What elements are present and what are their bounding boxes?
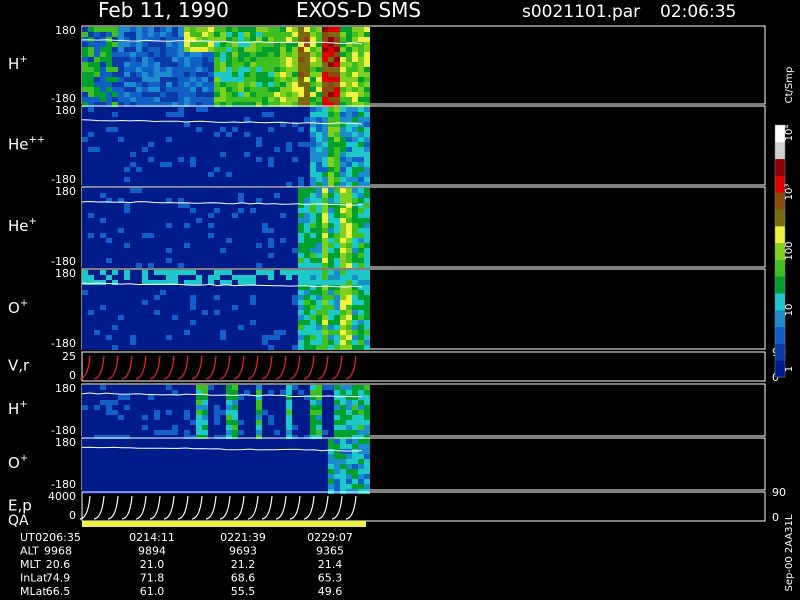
heatmap-panel-4	[82, 270, 370, 350]
panel-label-6: H+	[8, 399, 28, 418]
panel-label-8: E,p	[8, 497, 32, 515]
y-max-2: 180	[55, 104, 76, 117]
orbit-row-name-ut: UT	[20, 531, 35, 544]
orbit-value: 74.9	[46, 572, 71, 585]
panel-label-sup-4: +	[20, 298, 28, 309]
colorbar-swatch	[775, 276, 785, 294]
panel-frame-5	[81, 351, 766, 382]
panel-8	[81, 491, 766, 522]
panel-label-sup-3: +	[29, 216, 37, 227]
y-min-4: -180	[51, 337, 76, 350]
panel-label-5: V,r	[8, 357, 30, 375]
orbit-value: 9693	[229, 545, 257, 558]
header-time: 02:06:35	[660, 2, 736, 22]
orbit-value: 21.2	[231, 558, 256, 571]
colorbar-tick-0: 1	[784, 366, 795, 372]
panel-5	[81, 351, 766, 382]
orbit-value: 0221:39	[220, 531, 266, 544]
orbit-value: 20.6	[46, 558, 71, 571]
orbit-value: 55.5	[231, 585, 256, 598]
orbit-value: 49.6	[318, 585, 343, 598]
colorbar-swatch	[775, 141, 785, 160]
y-max-1: 180	[55, 24, 76, 37]
panel-label-7: O+	[8, 453, 28, 472]
orbit-value: 71.8	[140, 572, 165, 585]
colorbar-swatch	[775, 209, 785, 227]
y-max-5: 25	[62, 350, 76, 363]
qa-bar	[82, 521, 366, 527]
orbit-value: 65.3	[318, 572, 343, 585]
y-max-4: 180	[55, 267, 76, 280]
colorbar-swatch	[775, 259, 785, 277]
colorbar-swatch	[775, 326, 785, 344]
heatmap-panel-2	[82, 107, 370, 187]
orbit-value: 61.0	[140, 585, 165, 598]
velocity-sweep-5	[79, 355, 357, 380]
qa-label: QA	[8, 513, 29, 529]
orbit-value: 0206:35	[35, 531, 81, 544]
y-min-5: 0	[69, 369, 76, 382]
heatmap-panel-3	[82, 188, 370, 268]
colorbar-swatch	[775, 158, 785, 176]
header-date: Feb 11, 1990	[98, 0, 229, 22]
orbit-row-name-mlt: MLT	[20, 558, 41, 571]
heatmap-panel-1	[82, 27, 370, 107]
heatmap-panel-6	[82, 385, 370, 440]
header-file: s0021101.par	[522, 2, 640, 22]
panel-label-4: O+	[8, 298, 28, 317]
orbit-row-name-inlat: InLat	[20, 572, 48, 585]
panel-label-1: H+	[8, 54, 28, 73]
colorbar-swatch	[775, 225, 785, 244]
orbit-row-name-alt: ALT	[20, 545, 39, 558]
orbit-row-name-mlat: MLat	[20, 585, 47, 598]
y-min-8: 0	[69, 509, 76, 522]
right-top-8: 90	[772, 486, 786, 499]
colorbar-tick-3: 10³	[784, 184, 795, 201]
footer-code: Sep-00 2AA31L	[784, 514, 795, 591]
panel-label-sup-6: +	[19, 399, 27, 410]
panel-label-sup-2: ++	[29, 135, 46, 146]
orbit-value: 9968	[44, 545, 72, 558]
orbit-value: 9894	[138, 545, 166, 558]
y-max-3: 180	[55, 185, 76, 198]
orbit-value: 0214:11	[129, 531, 175, 544]
y-max-8: 4000	[48, 490, 76, 503]
orbit-value: 68.6	[231, 572, 256, 585]
panel-frame-8	[81, 491, 766, 522]
right-bottom-8: 0	[772, 511, 779, 524]
colorbar-swatch	[775, 343, 785, 361]
orbit-value: 21.4	[318, 558, 343, 571]
panel-label-3: He+	[8, 216, 37, 235]
header-instrument: EXOS-D SMS	[296, 0, 421, 22]
energy-sweep-8	[79, 495, 357, 520]
orbit-value: 0229:07	[307, 531, 353, 544]
panel-label-sup-1: +	[19, 54, 27, 65]
colorbar-tick-4: 10⁴	[784, 125, 795, 142]
y-max-7: 180	[55, 436, 76, 449]
orbit-value: 66.5	[46, 585, 71, 598]
panel-label-sup-7: +	[20, 453, 28, 464]
colorbar-tick-1: 10	[784, 304, 795, 317]
colorbar-tick-2: 100	[784, 241, 795, 260]
colorbar-unit: Ct/Smp	[784, 67, 795, 104]
orbit-value: 21.0	[140, 558, 165, 571]
orbit-value: 9365	[316, 545, 344, 558]
panel-label-2: He++	[8, 135, 45, 154]
y-max-6: 180	[55, 382, 76, 395]
sms-spectrogram: Feb 11, 1990 EXOS-D SMS s0021101.par 02:06:…	[8, 0, 795, 598]
